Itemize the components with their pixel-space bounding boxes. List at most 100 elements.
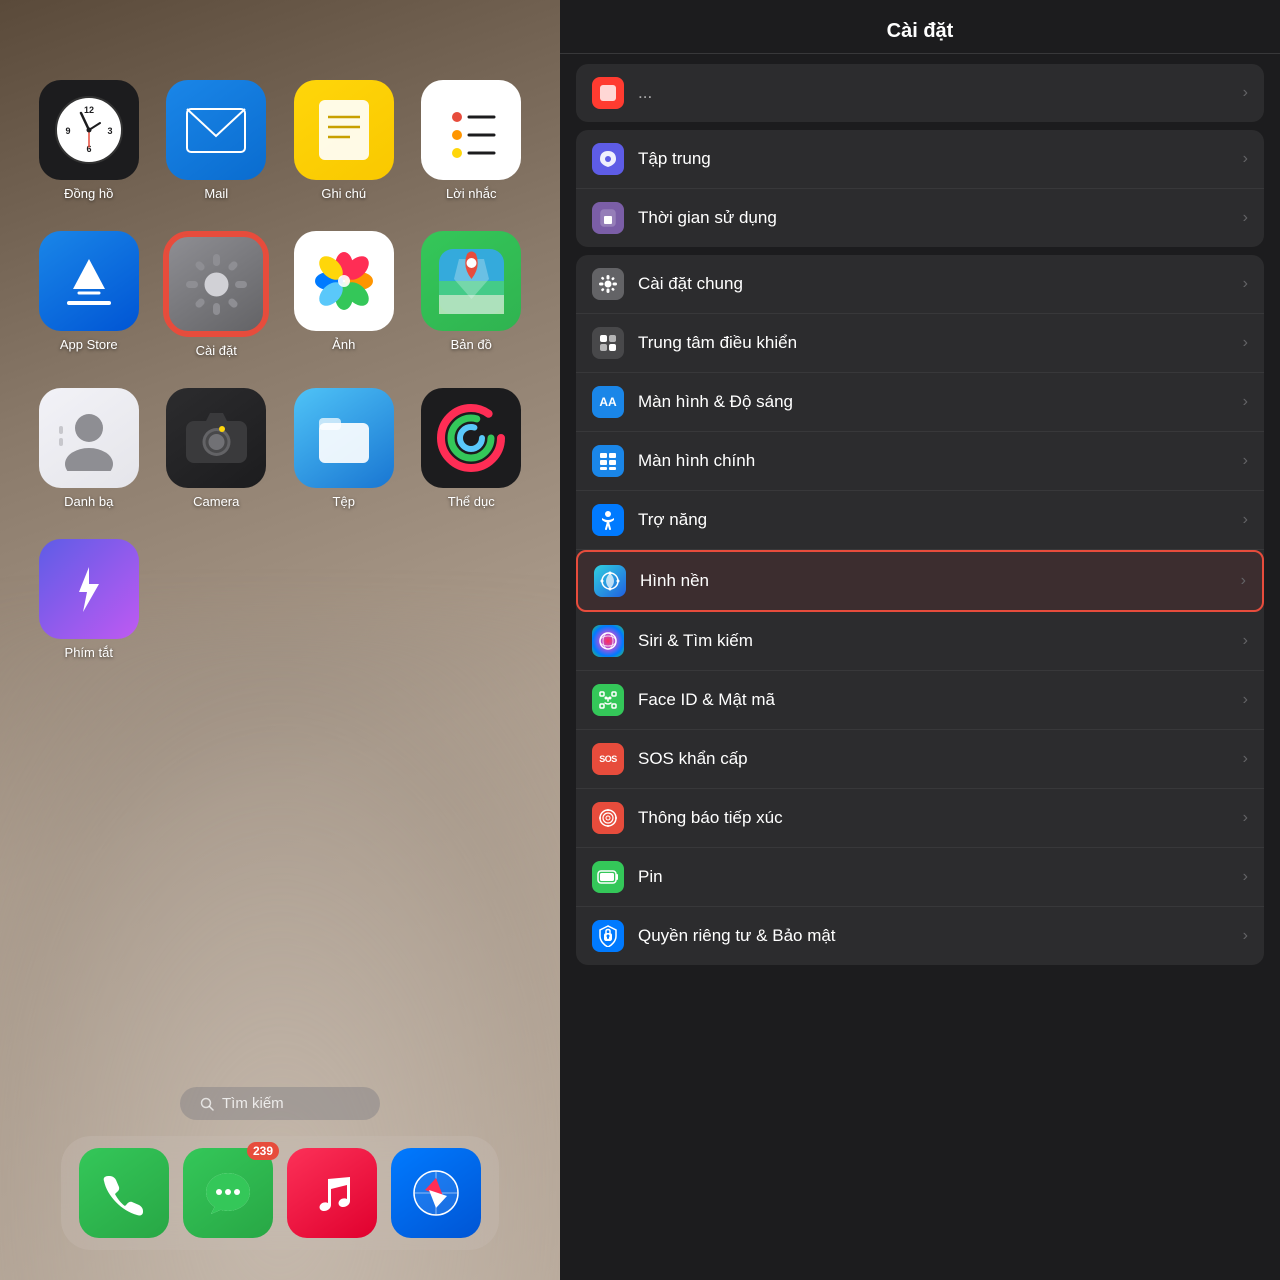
wallpaper-icon [594,565,626,597]
sos-icon: SOS [592,743,624,775]
settings-group-1: Tập trung › Thời gian sử dụng › [576,130,1264,247]
app-clock[interactable]: 12 6 9 3 Đồng hồ [30,80,148,201]
partial-label: ... [638,83,1243,103]
controlcenter-chevron: › [1243,334,1248,352]
music-icon [310,1171,355,1216]
app-photos[interactable]: Ảnh [285,231,403,358]
partial-chevron: › [1243,84,1248,102]
settings-title: Cài đặt [887,20,954,42]
settings-row-homescreen[interactable]: Màn hình chính › [576,432,1264,491]
privacy-icon [592,920,624,952]
settings-row-sos[interactable]: SOS SOS khẩn cấp › [576,730,1264,789]
dock-phone[interactable] [79,1148,169,1238]
settings-group-2: Cài đặt chung › Trung tâm điều khiển › [576,255,1264,965]
clock-label: Đồng hồ [64,186,113,201]
camera-label: Camera [193,494,239,509]
settings-row-battery[interactable]: Pin › [576,848,1264,907]
camera-icon-bg [166,388,266,488]
contact-notif-label: Thông báo tiếp xúc [638,808,1243,828]
search-bar[interactable]: Tìm kiếm [180,1087,380,1120]
settings-row-screentime[interactable]: Thời gian sử dụng › [576,189,1264,247]
app-settings[interactable]: Cài đặt [158,231,276,358]
search-label: Tìm kiếm [222,1095,284,1112]
app-shortcuts[interactable]: Phím tắt [30,539,148,660]
dock: 239 [61,1136,499,1250]
general-chevron: › [1243,275,1248,293]
focus-icon [592,143,624,175]
app-reminders[interactable]: Lời nhắc [413,80,531,201]
app-contacts[interactable]: Danh bạ [30,388,148,509]
svg-text:9: 9 [65,126,70,136]
display-label: Màn hình & Độ sáng [638,392,1243,412]
settings-row-general[interactable]: Cài đặt chung › [576,255,1264,314]
settings-list[interactable]: ... › Tập trung › Thời gian sử dụng › [560,54,1280,1280]
settings-icon-bg [166,234,266,334]
notes-label: Ghi chú [321,186,366,201]
battery-icon [592,861,624,893]
settings-row-controlcenter[interactable]: Trung tâm điều khiển › [576,314,1264,373]
safari-icon [411,1168,461,1218]
settings-row-display[interactable]: AA Màn hình & Độ sáng › [576,373,1264,432]
general-label: Cài đặt chung [638,274,1243,294]
svg-text:3: 3 [107,126,112,136]
shortcuts-label: Phím tắt [65,645,113,660]
files-icon-bg [294,388,394,488]
reminders-label: Lời nhắc [446,186,496,201]
app-camera[interactable]: Camera [158,388,276,509]
app-files[interactable]: Tệp [285,388,403,509]
display-icon: AA [592,386,624,418]
focus-chevron: › [1243,150,1248,168]
siri-chevron: › [1243,632,1248,650]
home-screen: 12 6 9 3 Đồng hồ Mail [0,0,560,1280]
fitness-label: Thể dục [448,494,495,509]
appstore-icon-bg [39,231,139,331]
settings-row-siri[interactable]: Siri & Tìm kiếm › [576,612,1264,671]
battery-label: Pin [638,867,1243,887]
settings-row-partial[interactable]: ... › [576,64,1264,122]
settings-row-privacy[interactable]: Quyền riêng tư & Bảo mật › [576,907,1264,965]
fitness-icon-bg [421,388,521,488]
svg-text:12: 12 [84,105,94,115]
photos-icon-bg [294,231,394,331]
dock-music[interactable] [287,1148,377,1238]
app-maps[interactable]: Bản đồ [413,231,531,358]
dock-messages[interactable]: 239 [183,1148,273,1238]
faceid-label: Face ID & Mật mã [638,690,1243,710]
shortcuts-icon-bg [39,539,139,639]
accessibility-icon [592,504,624,536]
mail-icon-bg [166,80,266,180]
appstore-label: App Store [60,337,118,352]
privacy-chevron: › [1243,927,1248,945]
controlcenter-label: Trung tâm điều khiển [638,333,1243,353]
sos-chevron: › [1243,750,1248,768]
siri-icon [592,625,624,657]
settings-row-contact-notifications[interactable]: Thông báo tiếp xúc › [576,789,1264,848]
accessibility-chevron: › [1243,511,1248,529]
dock-safari[interactable] [391,1148,481,1238]
settings-row-accessibility[interactable]: Trợ năng › [576,491,1264,550]
partial-icon [592,77,624,109]
faceid-chevron: › [1243,691,1248,709]
app-grid: 12 6 9 3 Đồng hồ Mail [0,0,560,680]
wallpaper-chevron: › [1241,572,1246,590]
photos-label: Ảnh [332,337,355,352]
settings-row-faceid[interactable]: Face ID & Mật mã › [576,671,1264,730]
app-fitness[interactable]: Thể dục [413,388,531,509]
faceid-icon [592,684,624,716]
app-appstore[interactable]: App Store [30,231,148,358]
phone-icon [102,1171,147,1216]
wallpaper-label: Hình nền [640,571,1241,591]
notes-icon-bg [294,80,394,180]
screentime-label: Thời gian sử dụng [638,208,1243,228]
partial-top-group: ... › [576,64,1264,122]
maps-label: Bản đồ [451,337,492,352]
app-notes[interactable]: Ghi chú [285,80,403,201]
display-chevron: › [1243,393,1248,411]
controlcenter-icon [592,327,624,359]
settings-row-focus[interactable]: Tập trung › [576,130,1264,189]
messages-badge: 239 [247,1142,279,1160]
settings-row-wallpaper[interactable]: Hình nền › [576,550,1264,612]
app-mail[interactable]: Mail [158,80,276,201]
screentime-icon [592,202,624,234]
settings-header: Cài đặt [560,0,1280,54]
